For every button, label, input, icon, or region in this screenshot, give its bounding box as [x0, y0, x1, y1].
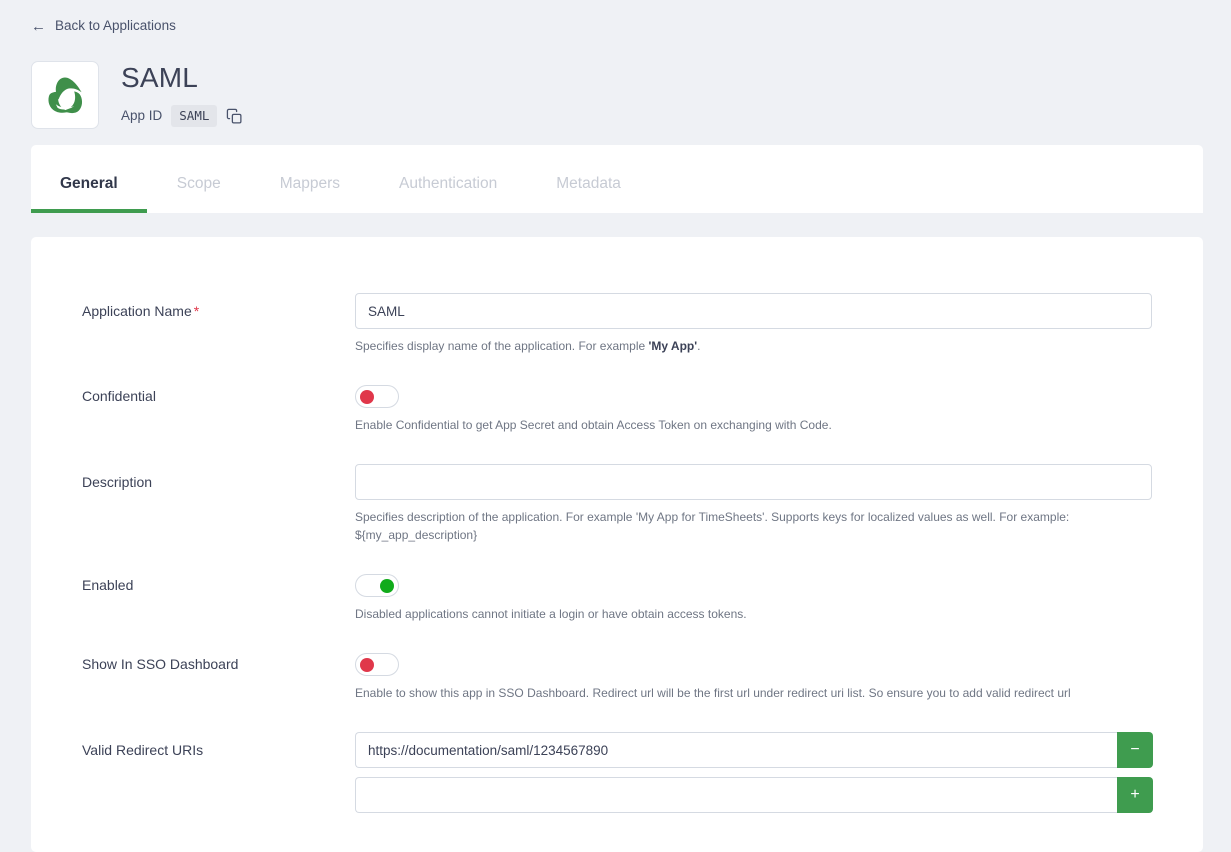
confidential-toggle[interactable] — [355, 385, 399, 408]
tab-scope[interactable]: Scope — [177, 174, 221, 213]
field-description: Description Specifies description of the… — [31, 464, 1203, 544]
application-name-help: Specifies display name of the applicatio… — [355, 337, 1145, 355]
field-confidential: Confidential Enable Confidential to get … — [31, 385, 1203, 434]
app-id-badge: SAML — [171, 105, 218, 127]
confidential-help: Enable Confidential to get App Secret an… — [355, 418, 832, 432]
field-enabled: Enabled Disabled applications cannot ini… — [31, 574, 1203, 623]
application-name-label-text: Application Name — [82, 303, 192, 319]
application-name-help-bold: 'My App' — [648, 339, 698, 353]
tab-authentication[interactable]: Authentication — [399, 174, 497, 213]
back-link-label: Back to Applications — [55, 18, 176, 33]
redirect-uri-row: − — [355, 732, 1183, 768]
confidential-label: Confidential — [82, 388, 156, 404]
application-name-input[interactable] — [355, 293, 1152, 329]
application-name-help-suffix: . — [697, 339, 701, 353]
tab-authentication-label: Authentication — [399, 175, 498, 192]
application-name-help-prefix: Specifies display name of the applicatio… — [355, 339, 649, 353]
tab-mappers[interactable]: Mappers — [280, 174, 340, 213]
tab-general-label: General — [60, 175, 118, 192]
back-to-applications-link[interactable]: ← Back to Applications — [31, 17, 176, 35]
tab-mappers-label: Mappers — [279, 175, 340, 192]
redirect-uri-input[interactable] — [355, 732, 1117, 768]
add-redirect-uri-button[interactable]: + — [1117, 777, 1153, 813]
enabled-label: Enabled — [82, 577, 134, 593]
toggle-knob — [380, 578, 394, 593]
show-in-sso-dashboard-label: Show In SSO Dashboard — [82, 656, 239, 672]
arrow-left-icon: ← — [31, 17, 46, 35]
show-in-sso-dashboard-help: Enable to show this app in SSO Dashboard… — [355, 686, 1071, 700]
copy-icon[interactable] — [226, 108, 243, 125]
remove-redirect-uri-button[interactable]: − — [1117, 732, 1153, 768]
toggle-knob — [360, 389, 374, 404]
toggle-knob — [360, 657, 374, 672]
page-title: SAML — [121, 62, 199, 93]
redirect-uri-row: + — [355, 777, 1183, 813]
tab-metadata[interactable]: Metadata — [556, 174, 621, 213]
description-help: Specifies description of the application… — [355, 510, 1070, 542]
redirect-uri-input-new[interactable] — [355, 777, 1117, 813]
app-header: SAML App ID SAML — [31, 61, 243, 129]
show-in-sso-dashboard-toggle[interactable] — [355, 653, 399, 676]
tab-general[interactable]: General — [31, 174, 147, 213]
general-settings-form: Application Name* Specifies display name… — [31, 237, 1203, 852]
tab-scope-label: Scope — [176, 175, 221, 192]
description-input[interactable] — [355, 464, 1152, 500]
field-show-in-sso-dashboard: Show In SSO Dashboard Enable to show thi… — [31, 653, 1203, 702]
valid-redirect-uris-label: Valid Redirect URIs — [82, 742, 204, 758]
app-logo-triangle-swirl-icon — [48, 77, 83, 114]
application-name-label: Application Name * — [82, 293, 355, 321]
description-label: Description — [82, 474, 153, 490]
tab-metadata-label: Metadata — [556, 175, 621, 192]
field-application-name: Application Name* Specifies display name… — [31, 293, 1203, 355]
app-logo — [31, 61, 99, 129]
field-valid-redirect-uris: Valid Redirect URIs − + — [31, 732, 1203, 822]
app-id-row: App ID SAML — [121, 105, 243, 127]
required-marker: * — [193, 303, 200, 319]
tab-bar: General Scope Mappers Authentication Met… — [31, 145, 1203, 213]
enabled-help: Disabled applications cannot initiate a … — [355, 607, 747, 621]
app-id-label: App ID — [121, 108, 163, 123]
enabled-toggle[interactable] — [355, 574, 399, 597]
